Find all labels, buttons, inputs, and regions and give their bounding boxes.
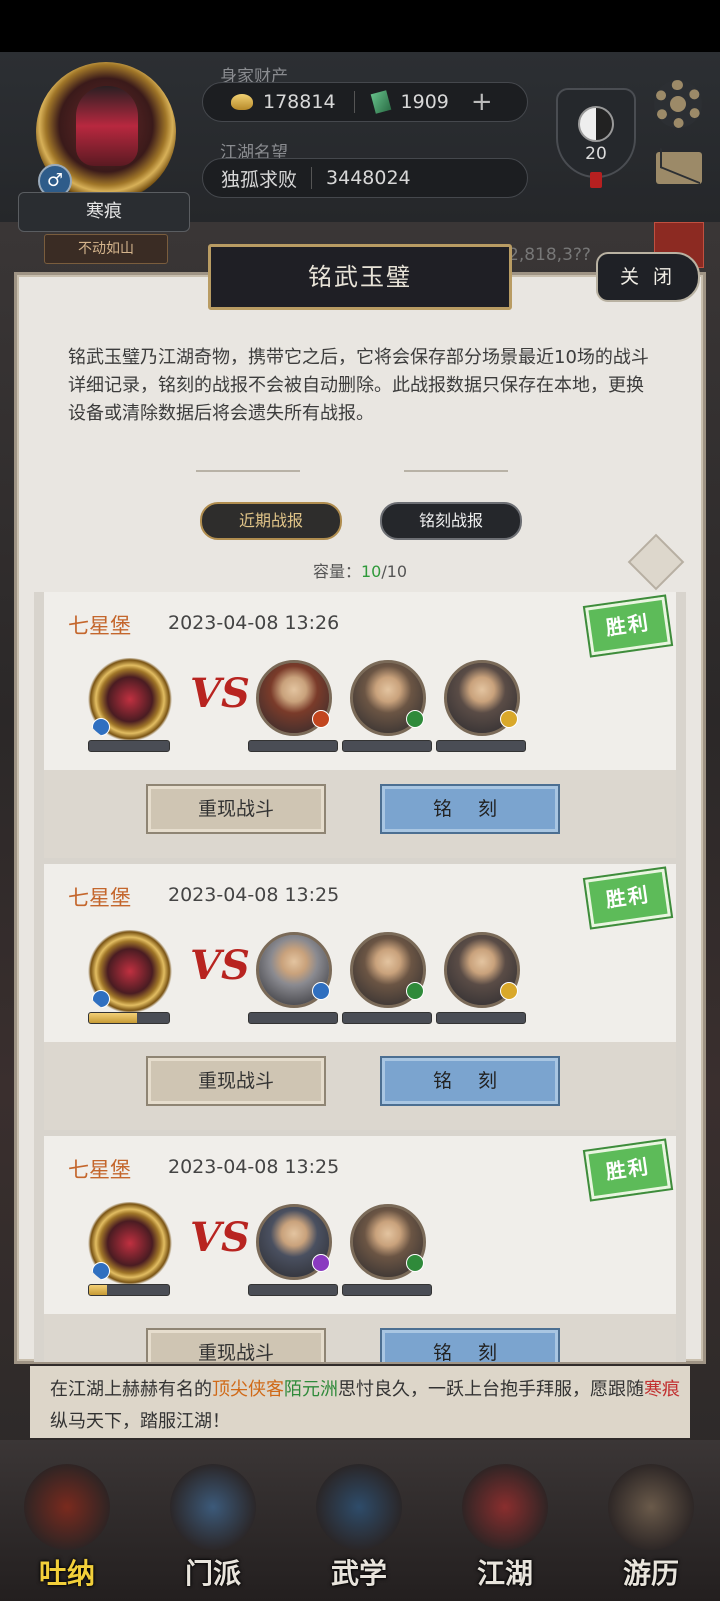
story-text: 在江湖上赫赫有名的顶尖侠客陌元洲思忖良久，一跃上台抱手拜服，愿跟随寒痕纵马天下，…	[50, 1379, 680, 1432]
tassel-icon	[590, 172, 602, 188]
gear-icon[interactable]	[654, 80, 702, 128]
nav-label: 门派	[184, 1557, 241, 1590]
add-currency-button[interactable]: +	[471, 87, 493, 117]
status-bar	[0, 0, 720, 52]
engrave-button[interactable]: 铭 刻	[380, 1328, 560, 1362]
nav-icon	[170, 1464, 256, 1550]
report-list[interactable]: 七星堡 2023-04-08 13:26 胜利 VS 重现战斗铭 刻七星堡 2023-04…	[34, 592, 686, 1362]
player-progress-bar	[88, 1012, 170, 1024]
element-icon	[92, 1262, 110, 1280]
progress-fill	[89, 1013, 137, 1023]
element-icon	[500, 982, 518, 1000]
card-actions-area	[44, 1314, 676, 1362]
enemy-health-bar	[342, 740, 432, 752]
element-icon	[500, 710, 518, 728]
reputation-rank: 独孤求败	[221, 168, 298, 191]
avatar-portrait	[76, 86, 138, 166]
vs-icon: VS	[190, 942, 250, 989]
mail-icon[interactable]	[656, 152, 702, 184]
wealth-bar: 178814 1909 +	[202, 82, 528, 122]
nav-label: 武学	[330, 1557, 387, 1590]
report-card: 七星堡 2023-04-08 13:25 胜利 VS 重现战斗 铭 刻	[44, 864, 676, 1130]
capacity-current: 10	[360, 562, 382, 581]
engrave-button[interactable]: 铭 刻	[380, 784, 560, 834]
capacity-text: 容量：10/10	[0, 558, 720, 582]
nav-label: 江湖	[476, 1557, 533, 1590]
vs-icon: VS	[190, 1214, 250, 1261]
card-actions-area	[44, 770, 676, 858]
tab-engraved-reports[interactable]: 铭刻战报	[380, 502, 522, 540]
ornament-divider	[196, 470, 300, 472]
report-time: 2023-04-08 13:26	[168, 612, 340, 634]
element-icon	[312, 1254, 330, 1272]
nav-icon	[608, 1464, 694, 1550]
report-location: 七星堡	[68, 614, 131, 638]
jade-icon	[370, 90, 391, 114]
close-button[interactable]: 关 闭	[596, 252, 700, 302]
reputation-bar: 独孤求败 3448024	[202, 158, 528, 198]
progress-fill	[89, 1285, 107, 1295]
element-icon	[92, 718, 110, 736]
replay-battle-button[interactable]: 重现战斗	[146, 1328, 326, 1362]
replay-battle-button[interactable]: 重现战斗	[146, 784, 326, 834]
engrave-button[interactable]: 铭 刻	[380, 1056, 560, 1106]
victory-stamp: 胜利	[582, 1138, 674, 1202]
capacity-total: /10	[381, 562, 408, 581]
player-portrait	[82, 1202, 178, 1288]
nav-item-2[interactable]: 门派	[158, 1450, 268, 1598]
nav-icon	[316, 1464, 402, 1550]
report-location: 七星堡	[68, 886, 131, 910]
nav-item-5[interactable]: 游历	[596, 1450, 706, 1598]
nav-label: 吐纳	[38, 1557, 95, 1590]
element-icon	[312, 982, 330, 1000]
gold-value: 178814	[263, 91, 336, 113]
taiji-icon	[578, 106, 614, 142]
level-badge[interactable]: 20	[556, 88, 636, 188]
enemy-health-bar	[342, 1012, 432, 1024]
enemy-health-bar	[248, 1284, 338, 1296]
nav-item-4[interactable]: 江湖	[450, 1450, 560, 1598]
element-icon	[406, 982, 424, 1000]
enemy-health-bar	[342, 1284, 432, 1296]
nav-item-3[interactable]: 武学	[304, 1450, 414, 1598]
enemy-health-bar	[436, 740, 526, 752]
nav-item-1[interactable]: 吐纳	[12, 1450, 122, 1598]
vs-icon: VS	[190, 670, 250, 717]
enemy-health-bar	[248, 1012, 338, 1024]
player-progress-bar	[88, 1284, 170, 1296]
dialog-title: 铭武玉璧	[208, 244, 512, 310]
player-title: 不动如山	[44, 234, 168, 264]
level-value: 20	[585, 144, 607, 164]
report-location: 七星堡	[68, 1158, 131, 1182]
enemy-health-bar	[436, 1012, 526, 1024]
element-icon	[312, 710, 330, 728]
player-progress-bar	[88, 740, 170, 752]
report-card: 七星堡 2023-04-08 13:25 胜利 VS 重现战斗 铭 刻	[44, 1136, 676, 1362]
nav-icon	[462, 1464, 548, 1550]
player-portrait	[82, 930, 178, 1016]
report-time: 2023-04-08 13:25	[168, 1156, 340, 1178]
tab-recent-reports[interactable]: 近期战报	[200, 502, 342, 540]
nav-label: 游历	[622, 1557, 679, 1590]
player-name: 寒痕	[18, 192, 190, 232]
victory-stamp: 胜利	[582, 866, 674, 930]
replay-battle-button[interactable]: 重现战斗	[146, 1056, 326, 1106]
victory-stamp: 胜利	[582, 594, 674, 658]
element-icon	[406, 710, 424, 728]
capacity-label: 容量：	[312, 562, 361, 581]
player-portrait	[82, 658, 178, 744]
enemy-health-bar	[248, 740, 338, 752]
dialog-description: 铭武玉璧乃江湖奇物，携带它之后，它将会保存部分场景最近10场的战斗详细记录，铭刻…	[68, 347, 649, 424]
jade-value: 1909	[400, 91, 449, 113]
report-time: 2023-04-08 13:25	[168, 884, 340, 906]
report-card: 七星堡 2023-04-08 13:26 胜利 VS 重现战斗 铭 刻	[44, 592, 676, 858]
gold-icon	[231, 94, 253, 110]
element-icon	[92, 990, 110, 1008]
nav-icon	[24, 1464, 110, 1550]
card-actions-area	[44, 1042, 676, 1130]
ornament-divider	[404, 470, 508, 472]
reputation-value: 3448024	[326, 167, 411, 189]
element-icon	[406, 1254, 424, 1272]
